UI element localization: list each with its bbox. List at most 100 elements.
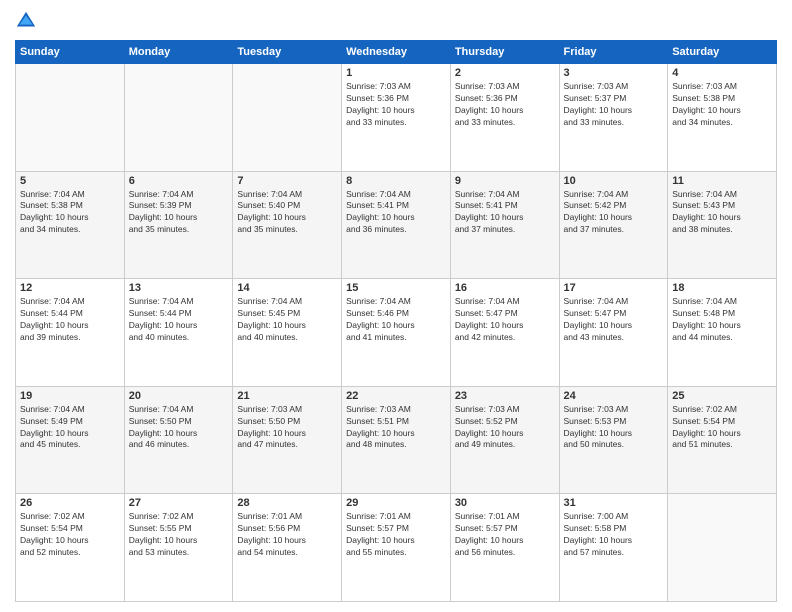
- day-number: 23: [455, 390, 555, 402]
- day-number: 1: [346, 67, 446, 79]
- day-number: 15: [346, 282, 446, 294]
- calendar-cell: 15 Sunrise: 7:04 AM Sunset: 5:46 PM Dayli…: [342, 279, 451, 387]
- calendar-cell: 26 Sunrise: 7:02 AM Sunset: 5:54 PM Dayli…: [16, 494, 125, 602]
- day-info: Sunrise: 7:01 AM Sunset: 5:57 PM Dayligh…: [346, 511, 446, 559]
- calendar-cell: 19Sunrise: 7:04 AM Sunset: 5:49 PM Dayli…: [16, 386, 125, 494]
- calendar-cell: 10Sunrise: 7:04 AM Sunset: 5:42 PM Dayli…: [559, 171, 668, 279]
- day-number: 17: [564, 282, 664, 294]
- day-number: 21: [237, 390, 337, 402]
- day-info: Sunrise: 7:04 AM Sunset: 5:49 PM Dayligh…: [20, 404, 120, 452]
- day-header-thursday: Thursday: [450, 41, 559, 64]
- calendar-cell: [16, 64, 125, 172]
- calendar-cell: 21 Sunrise: 7:03 AM Sunset: 5:50 PM Dayli…: [233, 386, 342, 494]
- calendar-cell: [124, 64, 233, 172]
- day-info: Sunrise: 7:00 AM Sunset: 5:58 PM Dayligh…: [564, 511, 664, 559]
- calendar-cell: 5 Sunrise: 7:04 AM Sunset: 5:38 PM Daylig…: [16, 171, 125, 279]
- calendar-cell: [233, 64, 342, 172]
- day-info: Sunrise: 7:01 AM Sunset: 5:56 PM Dayligh…: [237, 511, 337, 559]
- day-info: Sunrise: 7:04 AM Sunset: 5:45 PM Dayligh…: [237, 296, 337, 344]
- calendar-cell: 6 Sunrise: 7:04 AM Sunset: 5:39 PM Daylig…: [124, 171, 233, 279]
- day-number: 30: [455, 497, 555, 509]
- calendar-cell: 12Sunrise: 7:04 AM Sunset: 5:44 PM Dayli…: [16, 279, 125, 387]
- calendar-cell: 18 Sunrise: 7:04 AM Sunset: 5:48 PM Dayli…: [668, 279, 777, 387]
- day-number: 5: [20, 175, 120, 187]
- calendar-week-2: 5 Sunrise: 7:04 AM Sunset: 5:38 PM Daylig…: [16, 171, 777, 279]
- day-info: Sunrise: 7:04 AM Sunset: 5:41 PM Dayligh…: [346, 189, 446, 237]
- calendar-cell: 4 Sunrise: 7:03 AM Sunset: 5:38 PM Daylig…: [668, 64, 777, 172]
- day-info: Sunrise: 7:04 AM Sunset: 5:43 PM Dayligh…: [672, 189, 772, 237]
- day-info: Sunrise: 7:03 AM Sunset: 5:52 PM Dayligh…: [455, 404, 555, 452]
- day-header-tuesday: Tuesday: [233, 41, 342, 64]
- calendar-cell: 2 Sunrise: 7:03 AM Sunset: 5:36 PM Daylig…: [450, 64, 559, 172]
- day-info: Sunrise: 7:04 AM Sunset: 5:46 PM Dayligh…: [346, 296, 446, 344]
- day-info: Sunrise: 7:03 AM Sunset: 5:36 PM Dayligh…: [455, 81, 555, 129]
- day-number: 6: [129, 175, 229, 187]
- day-number: 27: [129, 497, 229, 509]
- day-number: 31: [564, 497, 664, 509]
- calendar-cell: 28 Sunrise: 7:01 AM Sunset: 5:56 PM Dayli…: [233, 494, 342, 602]
- calendar-week-3: 12Sunrise: 7:04 AM Sunset: 5:44 PM Dayli…: [16, 279, 777, 387]
- day-number: 8: [346, 175, 446, 187]
- calendar-cell: 3Sunrise: 7:03 AM Sunset: 5:37 PM Daylig…: [559, 64, 668, 172]
- day-info: Sunrise: 7:02 AM Sunset: 5:54 PM Dayligh…: [20, 511, 120, 559]
- day-number: 28: [237, 497, 337, 509]
- day-number: 4: [672, 67, 772, 79]
- calendar-cell: 11 Sunrise: 7:04 AM Sunset: 5:43 PM Dayli…: [668, 171, 777, 279]
- calendar-cell: 7 Sunrise: 7:04 AM Sunset: 5:40 PM Daylig…: [233, 171, 342, 279]
- calendar-cell: 23 Sunrise: 7:03 AM Sunset: 5:52 PM Dayli…: [450, 386, 559, 494]
- calendar-cell: 14 Sunrise: 7:04 AM Sunset: 5:45 PM Dayli…: [233, 279, 342, 387]
- day-header-sunday: Sunday: [16, 41, 125, 64]
- logo: [15, 10, 41, 32]
- calendar-cell: 16 Sunrise: 7:04 AM Sunset: 5:47 PM Dayli…: [450, 279, 559, 387]
- day-info: Sunrise: 7:04 AM Sunset: 5:44 PM Dayligh…: [129, 296, 229, 344]
- calendar-cell: 20Sunrise: 7:04 AM Sunset: 5:50 PM Dayli…: [124, 386, 233, 494]
- day-number: 3: [564, 67, 664, 79]
- calendar-cell: 13 Sunrise: 7:04 AM Sunset: 5:44 PM Dayli…: [124, 279, 233, 387]
- day-info: Sunrise: 7:04 AM Sunset: 5:47 PM Dayligh…: [564, 296, 664, 344]
- day-info: Sunrise: 7:03 AM Sunset: 5:36 PM Dayligh…: [346, 81, 446, 129]
- day-number: 2: [455, 67, 555, 79]
- day-info: Sunrise: 7:02 AM Sunset: 5:55 PM Dayligh…: [129, 511, 229, 559]
- day-number: 9: [455, 175, 555, 187]
- day-info: Sunrise: 7:04 AM Sunset: 5:44 PM Dayligh…: [20, 296, 120, 344]
- day-info: Sunrise: 7:01 AM Sunset: 5:57 PM Dayligh…: [455, 511, 555, 559]
- day-header-saturday: Saturday: [668, 41, 777, 64]
- day-number: 25: [672, 390, 772, 402]
- calendar-cell: 30 Sunrise: 7:01 AM Sunset: 5:57 PM Dayli…: [450, 494, 559, 602]
- day-info: Sunrise: 7:04 AM Sunset: 5:50 PM Dayligh…: [129, 404, 229, 452]
- day-number: 14: [237, 282, 337, 294]
- day-number: 11: [672, 175, 772, 187]
- calendar-cell: 31 Sunrise: 7:00 AM Sunset: 5:58 PM Dayli…: [559, 494, 668, 602]
- day-info: Sunrise: 7:04 AM Sunset: 5:40 PM Dayligh…: [237, 189, 337, 237]
- day-info: Sunrise: 7:04 AM Sunset: 5:41 PM Dayligh…: [455, 189, 555, 237]
- day-number: 29: [346, 497, 446, 509]
- day-number: 7: [237, 175, 337, 187]
- day-number: 10: [564, 175, 664, 187]
- calendar-cell: 24 Sunrise: 7:03 AM Sunset: 5:53 PM Dayli…: [559, 386, 668, 494]
- calendar-cell: 9 Sunrise: 7:04 AM Sunset: 5:41 PM Daylig…: [450, 171, 559, 279]
- day-header-wednesday: Wednesday: [342, 41, 451, 64]
- day-info: Sunrise: 7:04 AM Sunset: 5:38 PM Dayligh…: [20, 189, 120, 237]
- day-info: Sunrise: 7:03 AM Sunset: 5:38 PM Dayligh…: [672, 81, 772, 129]
- day-info: Sunrise: 7:03 AM Sunset: 5:53 PM Dayligh…: [564, 404, 664, 452]
- day-info: Sunrise: 7:03 AM Sunset: 5:51 PM Dayligh…: [346, 404, 446, 452]
- calendar-week-4: 19Sunrise: 7:04 AM Sunset: 5:49 PM Dayli…: [16, 386, 777, 494]
- calendar-table: SundayMondayTuesdayWednesdayThursdayFrid…: [15, 40, 777, 602]
- calendar-cell: 17 Sunrise: 7:04 AM Sunset: 5:47 PM Dayli…: [559, 279, 668, 387]
- day-info: Sunrise: 7:04 AM Sunset: 5:39 PM Dayligh…: [129, 189, 229, 237]
- calendar-cell: 22 Sunrise: 7:03 AM Sunset: 5:51 PM Dayli…: [342, 386, 451, 494]
- calendar-cell: 27 Sunrise: 7:02 AM Sunset: 5:55 PM Dayli…: [124, 494, 233, 602]
- day-number: 13: [129, 282, 229, 294]
- day-info: Sunrise: 7:03 AM Sunset: 5:50 PM Dayligh…: [237, 404, 337, 452]
- calendar-cell: 25 Sunrise: 7:02 AM Sunset: 5:54 PM Dayli…: [668, 386, 777, 494]
- calendar-cell: 29 Sunrise: 7:01 AM Sunset: 5:57 PM Dayli…: [342, 494, 451, 602]
- day-number: 24: [564, 390, 664, 402]
- day-number: 26: [20, 497, 120, 509]
- day-number: 22: [346, 390, 446, 402]
- day-number: 18: [672, 282, 772, 294]
- day-number: 16: [455, 282, 555, 294]
- day-info: Sunrise: 7:04 AM Sunset: 5:48 PM Dayligh…: [672, 296, 772, 344]
- day-info: Sunrise: 7:04 AM Sunset: 5:47 PM Dayligh…: [455, 296, 555, 344]
- day-info: Sunrise: 7:02 AM Sunset: 5:54 PM Dayligh…: [672, 404, 772, 452]
- calendar-week-1: 1 Sunrise: 7:03 AM Sunset: 5:36 PM Daylig…: [16, 64, 777, 172]
